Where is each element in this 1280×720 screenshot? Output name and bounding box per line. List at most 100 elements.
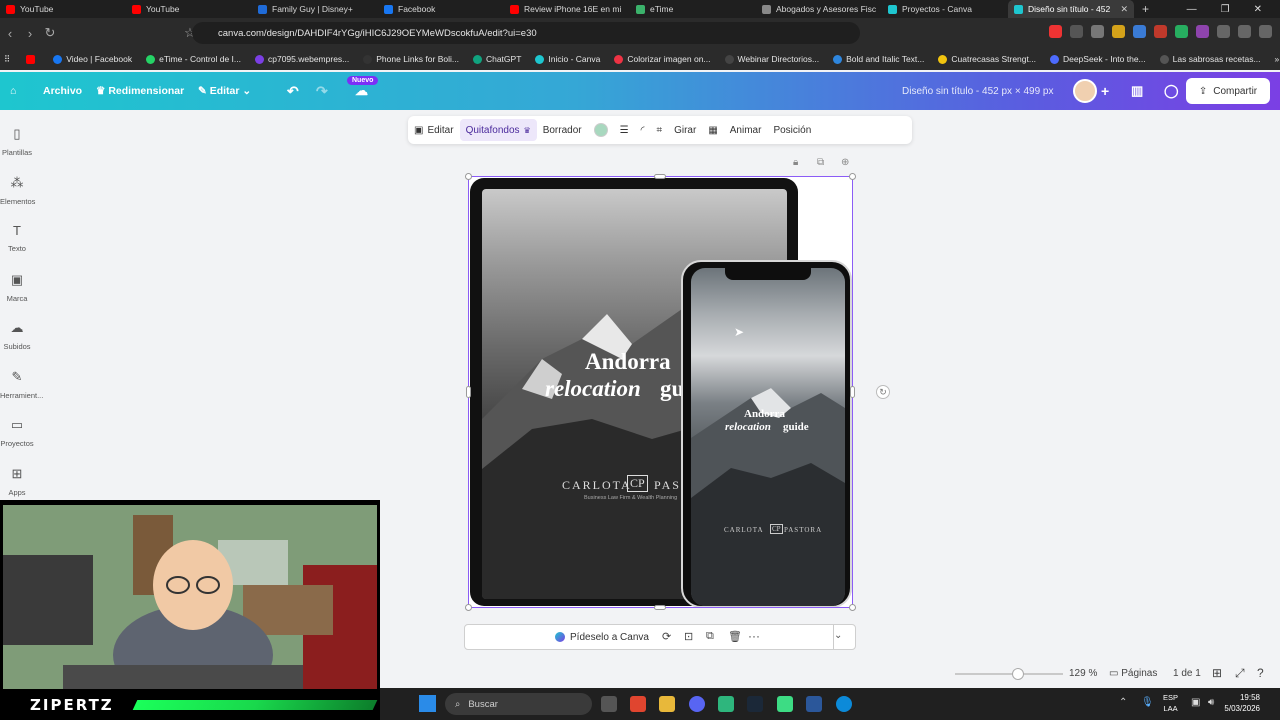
- resize-handle[interactable]: [654, 174, 666, 179]
- crop-icon[interactable]: ⌗: [650, 119, 668, 141]
- bookmark-item[interactable]: cp7095.webempres...: [254, 54, 349, 64]
- extension-icon[interactable]: [1070, 25, 1083, 38]
- zoom-slider-knob[interactable]: [1011, 668, 1024, 680]
- background-remover-button[interactable]: Quitafondos ♛: [459, 119, 537, 141]
- undo-icon[interactable]: ↶: [287, 72, 299, 110]
- extension-icon[interactable]: [1175, 25, 1188, 38]
- bookmark-item[interactable]: Cuatrecasas Strengt...: [938, 54, 1036, 64]
- refresh-icon[interactable]: ⟳: [662, 630, 671, 643]
- language-indicator[interactable]: ESP LAA: [1163, 692, 1178, 714]
- edit-image-button[interactable]: ▣ Editar: [408, 119, 460, 141]
- resize-handle[interactable]: [850, 386, 855, 398]
- url-field[interactable]: canva.com/design/DAHDIF4rYGg/iHIC6J29OEY…: [192, 22, 860, 44]
- extension-icon[interactable]: [1049, 25, 1062, 38]
- home-icon[interactable]: ⌂: [10, 72, 16, 110]
- fullscreen-icon[interactable]: ⤢: [1235, 666, 1245, 681]
- chevron-down-icon[interactable]: ⌄: [834, 630, 842, 641]
- more-options-icon[interactable]: ···: [748, 629, 760, 643]
- add-page-icon[interactable]: ⊕: [841, 157, 849, 168]
- restore-icon[interactable]: ❐: [1221, 4, 1230, 15]
- browser-tab[interactable]: eTime: [630, 0, 756, 18]
- extension-icon[interactable]: [1112, 25, 1125, 38]
- redo-icon[interactable]: ↷: [316, 72, 328, 110]
- bookmark-item[interactable]: eTime - Control de I...: [146, 54, 241, 64]
- help-icon[interactable]: ?: [1257, 666, 1264, 680]
- taskbar-clock[interactable]: 19:58 5/03/2026: [1224, 692, 1260, 714]
- close-tab-icon[interactable]: ✕: [1120, 4, 1128, 15]
- taskbar-search[interactable]: ⌕ Buscar: [445, 693, 592, 715]
- resize-handle[interactable]: [849, 173, 856, 180]
- more-bookmarks-icon[interactable]: »: [1275, 54, 1280, 64]
- bookmark-item[interactable]: Webinar Directorios...: [724, 54, 819, 64]
- browser-tab[interactable]: Abogados y Asesores Fisc: [756, 0, 882, 18]
- browser-tab[interactable]: YouTube: [126, 0, 252, 18]
- sidebar-item-tools[interactable]: ✎ Herramient...: [0, 369, 43, 400]
- bookmark-item[interactable]: Phone Links for Boli...: [363, 54, 459, 64]
- transparency-icon[interactable]: ▦: [702, 119, 723, 141]
- browser-tab[interactable]: YouTube: [0, 0, 126, 18]
- trash-icon[interactable]: 🗑︎: [728, 630, 742, 643]
- minimize-icon[interactable]: —: [1187, 4, 1197, 15]
- browser-tab[interactable]: Diseño sin título - 452 ✕: [1008, 0, 1134, 18]
- browser-tab[interactable]: Proyectos - Canva: [882, 0, 1008, 18]
- bookmark-item[interactable]: Bold and Italic Text...: [833, 54, 924, 64]
- resize-button[interactable]: ♛ Redimensionar: [96, 72, 184, 110]
- brave-browser-icon[interactable]: [630, 696, 646, 712]
- bookmark-item[interactable]: ChatGPT: [472, 54, 521, 64]
- task-view-icon[interactable]: [601, 696, 617, 712]
- archivo-menu[interactable]: Archivo: [43, 72, 82, 110]
- comments-icon[interactable]: ◯: [1164, 72, 1179, 110]
- sidebar-item-apps[interactable]: ⊞ Apps: [0, 466, 34, 497]
- steam-icon[interactable]: [747, 696, 763, 712]
- android-app-icon[interactable]: [777, 696, 793, 712]
- zoom-value[interactable]: 129 %: [1069, 668, 1097, 679]
- youtube-bookmark-icon[interactable]: [26, 54, 39, 64]
- sidebar-item-projects[interactable]: ▭ Proyectos: [0, 417, 34, 448]
- avatar[interactable]: [1073, 72, 1097, 110]
- file-explorer-icon[interactable]: [659, 696, 675, 712]
- discord-icon[interactable]: [689, 696, 705, 712]
- ask-canva-button[interactable]: Pídeselo a Canva: [555, 626, 649, 648]
- bookmark-item[interactable]: Las sabrosas recetas...: [1159, 54, 1261, 64]
- resize-handle[interactable]: [465, 173, 472, 180]
- sidebar-item-brand[interactable]: ▣ Marca: [0, 272, 34, 303]
- share-button[interactable]: ⇪ Compartir: [1186, 78, 1270, 104]
- pages-button[interactable]: ▭ Páginas: [1109, 668, 1157, 679]
- duplicate-icon[interactable]: ⧉: [706, 630, 714, 643]
- bookmark-item[interactable]: DeepSeek - Into the...: [1049, 54, 1146, 64]
- extension-icon[interactable]: [1091, 25, 1104, 38]
- extension-icon[interactable]: [1133, 25, 1146, 38]
- corner-rounding-icon[interactable]: ◜: [635, 119, 651, 141]
- border-style-icon[interactable]: ☰: [614, 119, 635, 141]
- duplicate-icon[interactable]: ⧉: [817, 157, 824, 168]
- edge-icon[interactable]: [836, 696, 852, 712]
- tray-chevron-icon[interactable]: ⌃: [1119, 697, 1127, 708]
- sidebar-item-text[interactable]: T Texto: [0, 223, 34, 253]
- extension-icon[interactable]: [1154, 25, 1167, 38]
- rotate-icon[interactable]: ↻: [876, 385, 890, 399]
- forward-icon[interactable]: ›: [20, 26, 40, 41]
- slack-icon[interactable]: [718, 696, 734, 712]
- zoom-slider-track[interactable]: [955, 673, 1063, 675]
- lock-icon[interactable]: 🔒︎: [793, 157, 798, 168]
- bookmark-item[interactable]: Video | Facebook: [53, 54, 132, 64]
- document-title[interactable]: Diseño sin título - 452 px × 499 px: [902, 72, 1053, 110]
- add-collaborator-icon[interactable]: +: [1101, 72, 1109, 110]
- edit-mode-button[interactable]: ✎ Editar ⌄: [198, 72, 251, 110]
- bookmark-item[interactable]: Inicio - Canva: [535, 54, 600, 64]
- new-tab-button[interactable]: +: [1134, 2, 1157, 16]
- browser-tab[interactable]: Facebook: [378, 0, 504, 18]
- eraser-button[interactable]: Borrador: [537, 119, 588, 141]
- reload-icon[interactable]: ↻: [40, 25, 60, 41]
- network-icon[interactable]: ▣: [1191, 697, 1200, 708]
- microphone-icon[interactable]: 🎙︎: [1141, 697, 1154, 708]
- position-button[interactable]: Posición: [767, 119, 817, 141]
- resize-handle[interactable]: [849, 604, 856, 611]
- windows-start-icon[interactable]: [419, 695, 436, 712]
- puzzle-icon[interactable]: [1217, 25, 1230, 38]
- color-button[interactable]: [588, 119, 614, 141]
- browser-tab[interactable]: Review iPhone 16E en mi: [504, 0, 630, 18]
- volume-icon[interactable]: 🔊︎: [1208, 697, 1214, 708]
- sidebar-item-templates[interactable]: ▯ Plantillas: [0, 126, 34, 157]
- lock-icon[interactable]: ⊡: [684, 630, 693, 643]
